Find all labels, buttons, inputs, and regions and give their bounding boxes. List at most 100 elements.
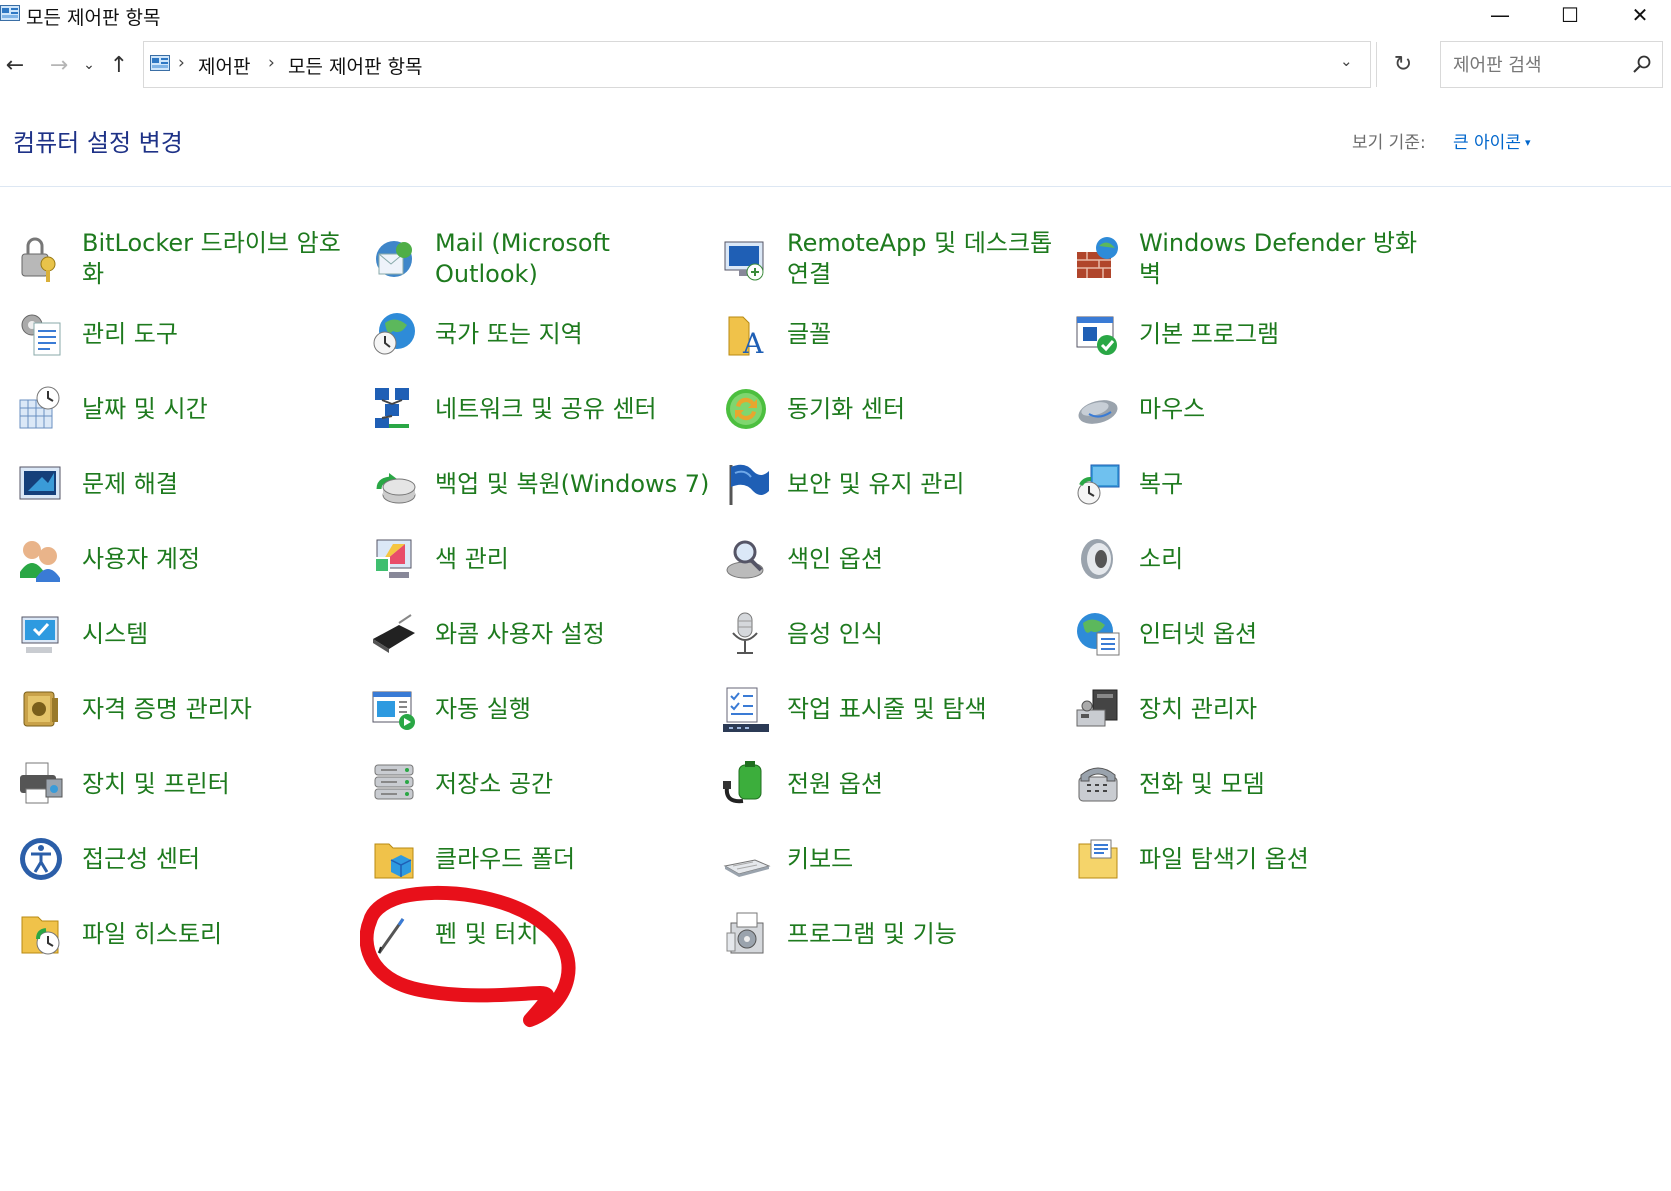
breadcrumb-separator[interactable]: › [268,53,275,73]
search-icon[interactable] [1631,53,1653,75]
cp-item[interactable]: 프로그램 및 기능 [721,899,1071,963]
pen-icon[interactable] [369,909,419,959]
sync-center-icon[interactable] [721,384,771,434]
cp-item-label[interactable]: 사용자 계정 [82,524,362,594]
cp-item-label[interactable]: 마우스 [1139,374,1419,444]
view-by-value[interactable]: 큰 아이콘 [1453,133,1521,153]
refresh-button[interactable]: ↻ [1386,49,1420,79]
breadcrumb-all-items[interactable]: 모든 제어판 항목 [288,52,422,79]
cp-item[interactable]: A 글꼴 [721,299,1071,363]
address-dropdown-button[interactable]: ⌄ [1340,52,1353,70]
network-icon[interactable] [369,384,419,434]
cp-item[interactable]: 소리 [1073,524,1423,588]
cp-item[interactable]: 전화 및 모뎀 [1073,749,1423,813]
cp-item-label[interactable]: 프로그램 및 기능 [787,899,1067,969]
cp-item[interactable]: 키보드 [721,824,1071,888]
printer-icon[interactable] [16,759,66,809]
forward-button[interactable]: → [44,48,74,82]
cp-item-label[interactable]: 음성 인식 [787,599,1067,669]
security-flag-icon[interactable] [721,459,771,509]
recovery-icon[interactable] [1073,459,1123,509]
cp-item-label[interactable]: 접근성 센터 [82,824,362,894]
cp-item-label[interactable]: 색 관리 [435,524,715,594]
up-button[interactable]: ↑ [104,48,134,82]
cp-item[interactable]: 관리 도구 [16,299,366,363]
keyboard-icon[interactable] [721,834,771,884]
firewall-icon[interactable] [1073,234,1123,284]
back-button[interactable]: ← [0,48,30,82]
cp-item[interactable]: 펜 및 터치 [369,899,719,963]
cp-item[interactable]: RemoteApp 및 데스크톱 연결 [721,224,1071,288]
dropdown-caret-icon[interactable]: ▾ [1525,136,1531,149]
cp-item-label[interactable]: 글꼴 [787,299,1067,369]
mouse-icon[interactable] [1073,384,1123,434]
cp-item[interactable]: 보안 및 유지 관리 [721,449,1071,513]
search-input[interactable] [1451,50,1625,80]
default-programs-icon[interactable] [1073,309,1123,359]
cp-item[interactable]: 마우스 [1073,374,1423,438]
cp-item[interactable]: 동기화 센터 [721,374,1071,438]
search-box[interactable] [1440,41,1663,88]
cp-item-label[interactable]: 날짜 및 시간 [82,374,362,444]
breadcrumb-separator[interactable]: › [178,53,185,73]
cp-item-label[interactable]: 펜 및 터치 [435,899,715,969]
cp-item-label[interactable]: Windows Defender 방화벽 [1139,224,1419,294]
maximize-button[interactable]: ☐ [1540,0,1600,30]
cp-item[interactable]: Mail (Microsoft Outlook) [369,224,719,288]
minimize-button[interactable]: — [1470,0,1530,30]
system-icon[interactable] [16,609,66,659]
color-management-icon[interactable] [369,534,419,584]
cp-item-label[interactable]: 동기화 센터 [787,374,1067,444]
recent-locations-button[interactable]: ⌄ [78,48,100,82]
cp-item[interactable]: 사용자 계정 [16,524,366,588]
breadcrumb-control-panel[interactable]: 제어판 [198,52,250,79]
internet-options-icon[interactable] [1073,609,1123,659]
programs-icon[interactable] [721,909,771,959]
cp-item[interactable]: 와콤 사용자 설정 [369,599,719,663]
taskbar-icon[interactable] [721,684,771,734]
storage-icon[interactable] [369,759,419,809]
close-button[interactable]: ✕ [1610,0,1670,30]
cp-item-label[interactable]: 자동 실행 [435,674,715,744]
cp-item-label[interactable]: 전화 및 모뎀 [1139,749,1419,819]
cp-item[interactable]: 시스템 [16,599,366,663]
speech-icon[interactable] [721,609,771,659]
power-icon[interactable] [721,759,771,809]
bitlocker-icon[interactable] [16,234,66,284]
cp-item[interactable]: 자격 증명 관리자 [16,674,366,738]
cp-item[interactable]: 전원 옵션 [721,749,1071,813]
cp-item[interactable]: 네트워크 및 공유 센터 [369,374,719,438]
cp-item[interactable]: 국가 또는 지역 [369,299,719,363]
cp-item-label[interactable]: 장치 관리자 [1139,674,1419,744]
troubleshooting-icon[interactable] [16,459,66,509]
address-bar[interactable]: › 제어판 › 모든 제어판 항목 ⌄ ↻ [143,41,1412,88]
cp-item-label[interactable]: 보안 및 유지 관리 [787,449,1067,519]
phone-icon[interactable] [1073,759,1123,809]
cp-item-label[interactable]: 문제 해결 [82,449,362,519]
credential-icon[interactable] [16,684,66,734]
cp-item-label[interactable]: 자격 증명 관리자 [82,674,362,744]
autoplay-icon[interactable] [369,684,419,734]
remoteapp-icon[interactable] [721,234,771,284]
cp-item-label[interactable]: 파일 히스토리 [82,899,362,969]
cp-item-label[interactable]: BitLocker 드라이브 암호화 [82,224,362,294]
cp-item[interactable]: 문제 해결 [16,449,366,513]
cp-item-label[interactable]: Mail (Microsoft Outlook) [435,224,715,294]
cp-item-label[interactable]: 클라우드 폴더 [435,824,715,894]
cp-item-label[interactable]: 기본 프로그램 [1139,299,1419,369]
mail-icon[interactable] [369,234,419,284]
cp-item[interactable]: 백업 및 복원(Windows 7) [369,449,719,513]
cp-item[interactable]: 색인 옵션 [721,524,1071,588]
backup-icon[interactable] [369,459,419,509]
cp-item[interactable]: 기본 프로그램 [1073,299,1423,363]
cp-item[interactable]: 장치 관리자 [1073,674,1423,738]
sound-icon[interactable] [1073,534,1123,584]
cp-item[interactable]: BitLocker 드라이브 암호화 [16,224,366,288]
cp-item-label[interactable]: 와콤 사용자 설정 [435,599,715,669]
file-history-icon[interactable] [16,909,66,959]
region-icon[interactable] [369,309,419,359]
cp-item-label[interactable]: 인터넷 옵션 [1139,599,1419,669]
user-accounts-icon[interactable] [16,534,66,584]
cp-item-label[interactable]: 복구 [1139,449,1419,519]
cp-item-label[interactable]: 저장소 공간 [435,749,715,819]
